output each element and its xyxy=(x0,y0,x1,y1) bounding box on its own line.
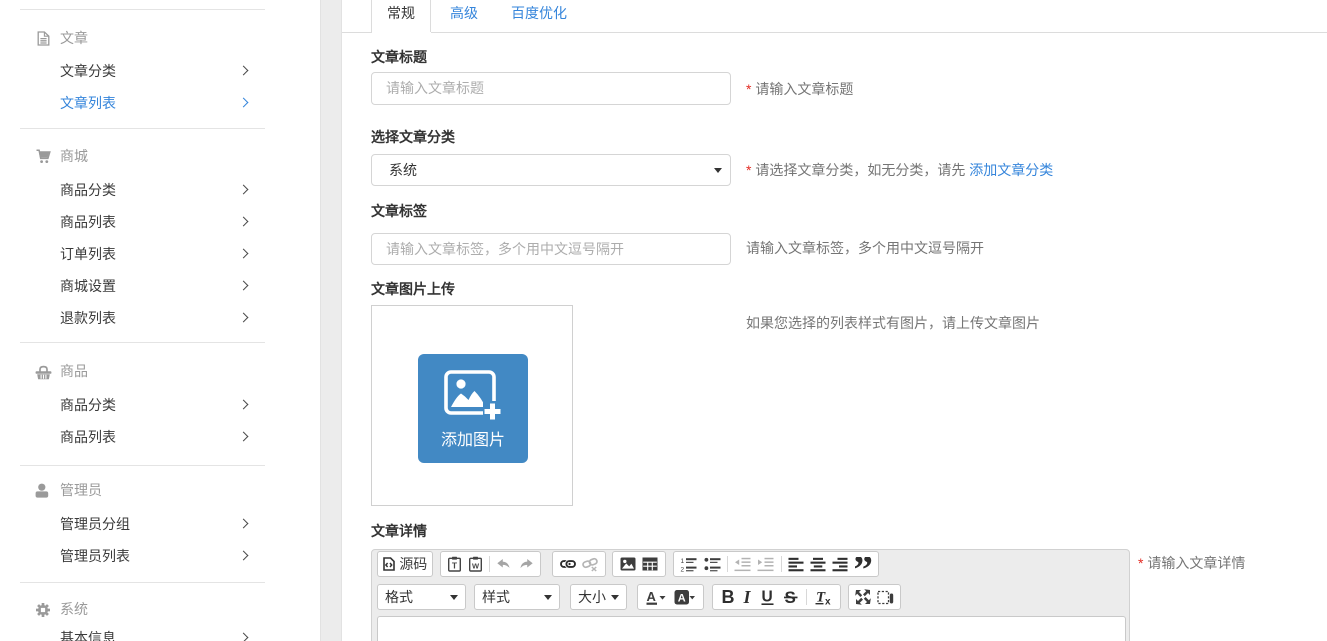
svg-text:I: I xyxy=(743,588,752,606)
svg-text:x: x xyxy=(825,597,831,607)
svg-text:2: 2 xyxy=(681,566,685,572)
svg-text:W: W xyxy=(472,562,480,571)
svg-text:A: A xyxy=(678,592,686,604)
svg-text:B: B xyxy=(722,588,735,606)
svg-text:”: ” xyxy=(855,557,872,572)
svg-text:1: 1 xyxy=(681,557,685,564)
svg-text:T: T xyxy=(452,561,458,571)
svg-text:U: U xyxy=(762,589,773,606)
svg-text:A: A xyxy=(647,589,657,604)
